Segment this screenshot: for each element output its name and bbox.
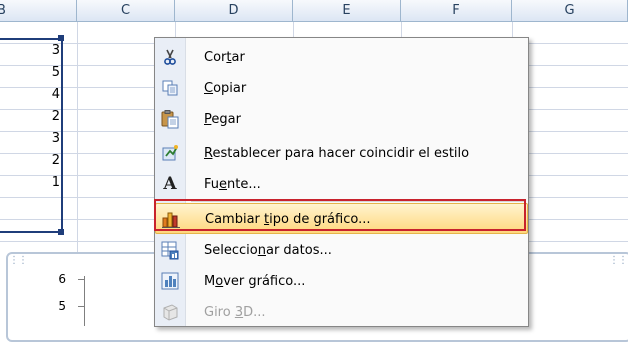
column-header-row: B C D E F G xyxy=(0,0,628,22)
font-icon: A xyxy=(163,174,177,194)
menu-item-label: Mover gráfico... xyxy=(204,274,306,289)
menu-item-fuente[interactable]: A Fuente... xyxy=(155,169,528,200)
scissors-icon xyxy=(159,46,181,68)
menu-item-label: Pegar xyxy=(204,112,241,127)
menu-item-restablecer-estilo[interactable]: Restablecer para hacer coincidir el esti… xyxy=(155,138,528,169)
menu-item-label: Seleccionar datos... xyxy=(204,243,332,258)
selection-handle[interactable] xyxy=(58,35,64,41)
selection-handle[interactable] xyxy=(58,229,64,235)
menu-item-label: Fuente... xyxy=(204,177,261,192)
column-header-f[interactable]: F xyxy=(401,0,512,21)
column-header-g[interactable]: G xyxy=(512,0,628,21)
cell-b-value[interactable]: 3 xyxy=(0,40,62,62)
cell-b-value[interactable]: 3 xyxy=(0,128,62,150)
context-menu: Cortar Copiar Pegar Restablecer para hac… xyxy=(154,37,529,327)
column-header-e[interactable]: E xyxy=(293,0,401,21)
rotate-3d-icon xyxy=(159,301,181,323)
menu-item-copiar[interactable]: Copiar xyxy=(155,73,528,104)
cell-b-value[interactable]: 1 xyxy=(0,172,62,194)
chart-resize-handle[interactable]: ⋮⋮ xyxy=(9,255,28,266)
chart-type-icon xyxy=(160,208,182,230)
cell-b-value[interactable]: 4 xyxy=(0,84,62,106)
cell-b-value[interactable]: 2 xyxy=(0,106,62,128)
cell-b-value[interactable]: 5 xyxy=(0,62,62,84)
menu-separator xyxy=(191,201,526,202)
menu-item-pegar[interactable]: Pegar xyxy=(155,104,528,135)
column-header-d[interactable]: D xyxy=(175,0,293,21)
chart-resize-handle[interactable]: ⋮⋮ xyxy=(609,255,628,266)
menu-item-label: Restablecer para hacer coincidir el esti… xyxy=(204,146,470,161)
menu-item-label: Copiar xyxy=(204,81,247,96)
menu-item-cortar[interactable]: Cortar xyxy=(155,42,528,73)
reset-style-icon xyxy=(159,142,181,164)
menu-item-cambiar-tipo-grafico[interactable]: Cambiar tipo de gráfico... xyxy=(155,203,528,234)
copy-icon xyxy=(159,77,181,99)
column-header-b[interactable]: B xyxy=(0,0,77,21)
menu-item-label: Cortar xyxy=(204,50,245,65)
menu-item-label: Giro 3D... xyxy=(204,305,266,320)
select-data-icon xyxy=(159,239,181,261)
y-axis-tick-label: 5 xyxy=(58,299,66,313)
menu-item-mover-grafico[interactable]: Mover gráfico... xyxy=(155,266,528,297)
y-axis-tick-label: 6 xyxy=(58,272,66,286)
move-chart-icon xyxy=(159,270,181,292)
y-axis-tick xyxy=(78,306,84,307)
column-header-c[interactable]: C xyxy=(77,0,175,21)
y-axis-line xyxy=(84,276,85,326)
menu-item-label: Cambiar tipo de gráfico... xyxy=(205,212,371,227)
paste-icon xyxy=(159,108,181,130)
y-axis-tick xyxy=(78,279,84,280)
menu-item-giro-3d: Giro 3D... xyxy=(155,297,528,328)
cell-b-value[interactable]: 2 xyxy=(0,150,62,172)
menu-item-seleccionar-datos[interactable]: Seleccionar datos... xyxy=(155,235,528,266)
